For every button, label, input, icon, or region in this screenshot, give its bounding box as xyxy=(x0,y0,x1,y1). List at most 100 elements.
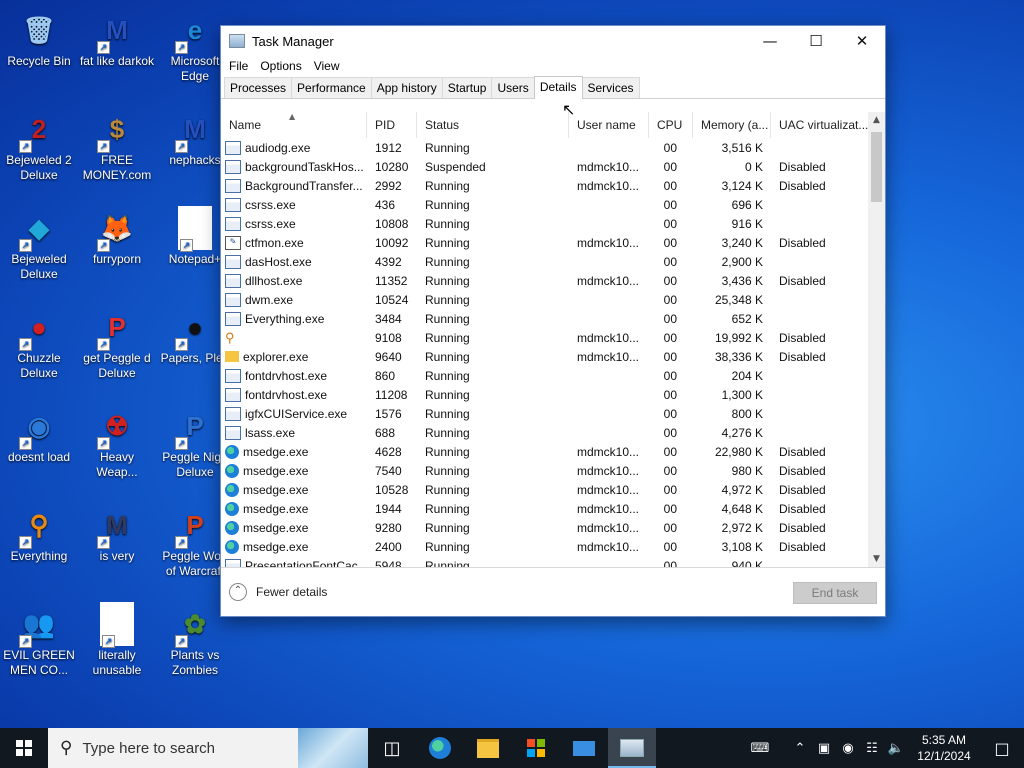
firefox-icon: 🦊 ↗ xyxy=(95,206,139,252)
mail-icon[interactable] xyxy=(560,728,608,768)
maximize-button[interactable]: ☐ xyxy=(793,26,839,56)
desktop-icon[interactable]: M ↗ is very xyxy=(79,503,155,564)
pid-cell: 10524 xyxy=(375,292,409,307)
minimize-button[interactable]: — xyxy=(747,26,793,56)
tray-app-icon[interactable]: ▣ xyxy=(812,741,836,756)
tab-services[interactable]: Services xyxy=(581,77,640,98)
pid-cell: 9108 xyxy=(375,330,402,345)
pid-cell: 10528 xyxy=(375,482,409,497)
scroll-down-icon[interactable]: ▼ xyxy=(868,551,885,567)
close-button[interactable]: ✕ xyxy=(839,26,885,56)
pid-cell: 10280 xyxy=(375,159,409,174)
menu-file[interactable]: File xyxy=(225,59,252,73)
uac-cell: Disabled xyxy=(779,178,826,193)
tab-strip: Processes Performance App history Startu… xyxy=(221,76,885,99)
shortcut-arrow-icon: ↗ xyxy=(97,239,110,252)
shortcut-arrow-icon: ↗ xyxy=(19,140,32,153)
desktop-icon[interactable]: ◆ ↗ Bejeweled Deluxe xyxy=(1,206,77,282)
table-row[interactable]: csrss.exe 436 Running 00 696 K xyxy=(221,195,871,214)
end-task-button[interactable]: End task xyxy=(793,582,877,604)
store-icon[interactable] xyxy=(512,728,560,768)
menu-view[interactable]: View xyxy=(310,59,344,73)
table-row[interactable]: ✎ ctfmon.exe 10092 Running mdmck10... 00 3,240… xyxy=(221,233,871,252)
table-row[interactable]: igfxCUIService.exe 1576 Running 00 800 K xyxy=(221,404,871,423)
cpu-cell: 00 xyxy=(663,425,677,440)
table-row[interactable]: msedge.exe 4628 Running mdmck10... 00 22,980 … xyxy=(221,442,871,461)
desktop-icon[interactable]: $ ↗ FREE MONEY.com xyxy=(79,107,155,183)
col-status[interactable]: Status xyxy=(417,112,569,138)
table-row[interactable]: BackgroundTransfer... 2992 Running mdmck10.… xyxy=(221,176,871,195)
pid-cell: 4628 xyxy=(375,444,402,459)
start-button[interactable] xyxy=(0,728,48,768)
table-row[interactable]: fontdrvhost.exe 11208 Running 00 1,300 K xyxy=(221,385,871,404)
table-row[interactable]: PresentationFontCac... 5948 Running 00 940 K xyxy=(221,556,871,567)
memory-cell: 3,516 K xyxy=(721,140,763,155)
scroll-thumb[interactable] xyxy=(871,132,882,202)
cpu-cell: 00 xyxy=(663,539,677,554)
show-hidden-icons-chevron-icon[interactable]: ⌃ xyxy=(788,741,812,756)
desktop-icon[interactable]: ● ↗ Chuzzle Deluxe xyxy=(1,305,77,381)
col-user-name[interactable]: User name xyxy=(569,112,649,138)
table-row[interactable]: msedge.exe 10528 Running mdmck10... 00 4,972 … xyxy=(221,480,871,499)
desktop-icon[interactable]: 🗑 Recycle Bin xyxy=(1,8,77,69)
tab-app-history[interactable]: App history xyxy=(370,77,443,98)
table-row[interactable]: backgroundTaskHos... 10280 Suspended mdmck1… xyxy=(221,157,871,176)
title-bar[interactable]: Task Manager — ☐ ✕ xyxy=(221,26,885,56)
col-pid[interactable]: PID xyxy=(367,112,417,138)
clock[interactable]: 5:35 AM 12/1/2024 xyxy=(908,732,980,764)
edge-taskbar-icon[interactable] xyxy=(416,728,464,768)
desktop-icon[interactable]: 👥 ↗ EVIL GREEN MEN CO... xyxy=(1,602,77,678)
table-row[interactable]: dllhost.exe 11352 Running mdmck10... 00 3,436… xyxy=(221,271,871,290)
tab-processes[interactable]: Processes xyxy=(224,77,293,98)
shortcut-arrow-icon: ↗ xyxy=(97,41,110,54)
volume-icon[interactable]: 🔈 xyxy=(884,741,908,756)
keyboard-layout-icon[interactable]: ⌨ xyxy=(748,741,772,756)
menu-options[interactable]: Options xyxy=(256,59,305,73)
fewer-details-button[interactable]: ⌃ Fewer details xyxy=(229,583,327,601)
task-manager-taskbar-icon[interactable] xyxy=(608,728,656,768)
search-box[interactable]: ⚲ Type here to search xyxy=(48,728,368,768)
desktop-icon[interactable]: P ↗ get Peggle d Deluxe xyxy=(79,305,155,381)
meet-now-icon[interactable]: ◉ xyxy=(836,741,860,756)
app-window-icon xyxy=(225,273,241,288)
task-view-icon[interactable]: ◫ xyxy=(368,728,416,768)
notifications-icon[interactable]: □ xyxy=(980,739,1024,758)
user-cell: mdmck10... xyxy=(577,159,640,174)
network-icon[interactable]: ☷ xyxy=(860,741,884,756)
col-memory[interactable]: Memory (a... xyxy=(693,112,771,138)
scroll-up-icon[interactable]: ▲ xyxy=(868,112,885,128)
shortcut-arrow-icon: ↗ xyxy=(97,140,110,153)
table-row[interactable]: dasHost.exe 4392 Running 00 2,900 K xyxy=(221,252,871,271)
table-row[interactable]: dwm.exe 10524 Running 00 25,348 K xyxy=(221,290,871,309)
file-explorer-icon[interactable] xyxy=(464,728,512,768)
tab-details[interactable]: Details xyxy=(533,76,583,99)
status-cell: Running xyxy=(425,520,470,535)
desktop-icon[interactable]: ⚲ ↗ Everything xyxy=(1,503,77,564)
desktop-icon[interactable]: ↗ literally unusable xyxy=(79,602,155,678)
table-row[interactable]: audiodg.exe 1912 Running 00 3,516 K xyxy=(221,138,871,157)
table-row[interactable]: csrss.exe 10808 Running 00 916 K xyxy=(221,214,871,233)
desktop-icon[interactable]: ◉ ↗ doesnt load xyxy=(1,404,77,465)
desktop-icon[interactable]: 2 ↗ Bejeweled 2 Deluxe xyxy=(1,107,77,183)
desktop-icon[interactable]: 🦊 ↗ furryporn xyxy=(79,206,155,267)
app-window-icon xyxy=(225,292,241,307)
vertical-scrollbar[interactable]: ▲ ▼ xyxy=(868,112,885,567)
table-row[interactable]: msedge.exe 1944 Running mdmck10... 00 4,648 K… xyxy=(221,499,871,518)
blank-file-icon: ↗ xyxy=(100,602,134,648)
tab-performance[interactable]: Performance xyxy=(291,77,372,98)
plants-vs-zombies-icon: ✿ ↗ xyxy=(173,602,217,648)
papers-please-icon: ● ↗ xyxy=(173,305,217,351)
tab-startup[interactable]: Startup xyxy=(441,77,493,98)
table-row[interactable]: msedge.exe 7540 Running mdmck10... 00 980 K Di… xyxy=(221,461,871,480)
col-uac[interactable]: UAC virtualizat... xyxy=(771,112,871,138)
col-cpu[interactable]: CPU xyxy=(649,112,693,138)
table-row[interactable]: ⚲Everything.exe9108Runningmdmck10...0019… xyxy=(221,328,871,347)
table-row[interactable]: lsass.exe 688 Running 00 4,276 K xyxy=(221,423,871,442)
desktop-icon[interactable]: M ↗ fat like darkok xyxy=(79,8,155,69)
tab-users[interactable]: Users xyxy=(491,77,535,98)
desktop-icon[interactable]: ☢ ↗ Heavy Weap... xyxy=(79,404,155,480)
table-row[interactable]: msedge.exe 9280 Running mdmck10... 00 2,972 K… xyxy=(221,518,871,537)
table-row[interactable]: fontdrvhost.exe 860 Running 00 204 K xyxy=(221,366,871,385)
table-row[interactable]: msedge.exe 2400 Running mdmck10... 00 3,108 K… xyxy=(221,537,871,556)
shortcut-arrow-icon: ↗ xyxy=(175,140,188,153)
